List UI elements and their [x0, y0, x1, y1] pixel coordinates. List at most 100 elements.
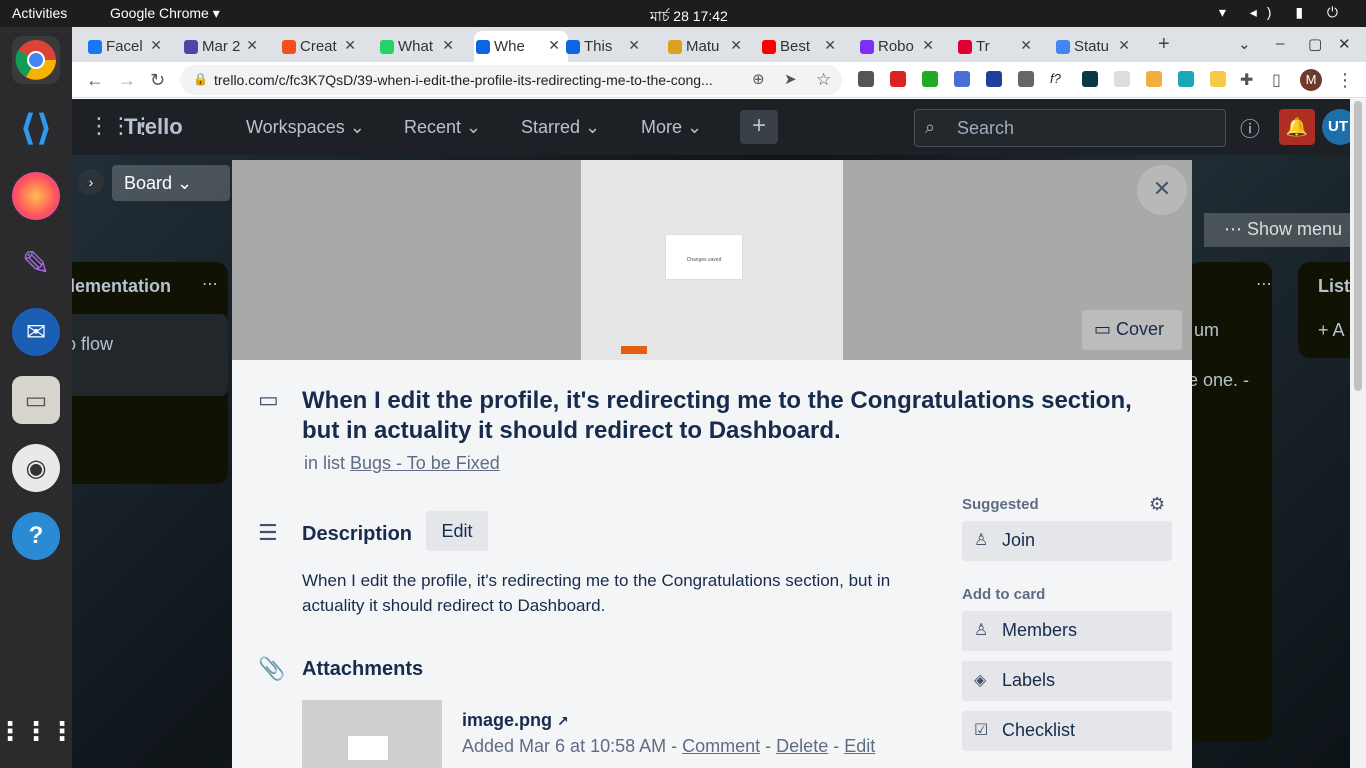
- gear-icon[interactable]: ⚙: [1149, 494, 1165, 515]
- members-button[interactable]: ♙ Members: [962, 611, 1172, 651]
- description-text[interactable]: When I edit the profile, it's redirectin…: [302, 568, 942, 618]
- lock-icon[interactable]: 🔒: [193, 72, 208, 86]
- attachment-name[interactable]: image.png ↗: [462, 710, 569, 731]
- tab-6[interactable]: Matu ✕: [666, 31, 750, 62]
- extension-blue-icon[interactable]: [954, 71, 970, 87]
- maximize-icon[interactable]: ▢: [1308, 35, 1322, 53]
- notifications-bell-icon[interactable]: 🔔: [1279, 109, 1315, 145]
- feather-icon[interactable]: ✎: [12, 240, 60, 288]
- nav-more[interactable]: More ⌄: [641, 117, 702, 138]
- tab-close-icon[interactable]: ✕: [730, 37, 742, 54]
- clock[interactable]: মার্চ 28 17:42: [650, 5, 728, 29]
- extension-eyedropper-icon[interactable]: [858, 71, 874, 87]
- tab-search-icon[interactable]: ⌄: [1238, 35, 1251, 53]
- tab-close-icon[interactable]: ✕: [1020, 37, 1032, 54]
- rhythmbox-icon[interactable]: ◉: [12, 444, 60, 492]
- tab-close-icon[interactable]: ✕: [628, 37, 640, 54]
- list-menu-icon[interactable]: ⋯: [202, 274, 218, 294]
- labels-button[interactable]: ◈ Labels: [962, 661, 1172, 701]
- extensions-puzzle-icon[interactable]: ✚: [1240, 70, 1253, 90]
- tab-10[interactable]: Statu ✕: [1054, 31, 1138, 62]
- nav-starred[interactable]: Starred ⌄: [521, 117, 600, 138]
- activities-button[interactable]: Activities: [12, 5, 67, 21]
- list-title[interactable]: List: [1318, 276, 1350, 297]
- tab-2[interactable]: Creat ✕: [280, 31, 364, 62]
- list-link[interactable]: Bugs - To be Fixed: [350, 453, 500, 473]
- external-link-icon[interactable]: ↗: [557, 713, 569, 729]
- tab-0[interactable]: Facel ✕: [86, 31, 170, 62]
- profile-avatar[interactable]: M: [1300, 69, 1322, 91]
- back-icon[interactable]: ←: [86, 70, 104, 91]
- tab-3[interactable]: What ✕: [378, 31, 462, 62]
- reload-icon[interactable]: ↻: [150, 70, 165, 91]
- tab-9[interactable]: Tr ✕: [956, 31, 1040, 62]
- nav-workspaces[interactable]: Workspaces ⌄: [246, 117, 365, 138]
- files-icon[interactable]: ▭: [12, 376, 60, 424]
- tab-1[interactable]: Mar 2 ✕: [182, 31, 266, 62]
- extension-formula-icon[interactable]: f?: [1050, 71, 1066, 87]
- extension-n-icon[interactable]: [1178, 71, 1194, 87]
- extension-v-icon[interactable]: [986, 71, 1002, 87]
- side-panel-icon[interactable]: ▯: [1272, 70, 1281, 90]
- extension-react-icon[interactable]: [1082, 71, 1098, 87]
- extension-red-icon[interactable]: [890, 71, 906, 87]
- app-grid-icon[interactable]: ⋮⋮⋮: [0, 707, 75, 755]
- edit-description-button[interactable]: Edit: [426, 511, 488, 551]
- attachment-edit-link[interactable]: Edit: [844, 736, 875, 756]
- attachment-comment-link[interactable]: Comment: [682, 736, 760, 756]
- window-close-icon[interactable]: ✕: [1338, 35, 1351, 53]
- tab-7[interactable]: Best ✕: [760, 31, 844, 62]
- card-snippet[interactable]: um: [1194, 320, 1219, 341]
- info-icon[interactable]: ⓘ: [1240, 113, 1260, 142]
- app-menu[interactable]: Google Chrome ▾: [110, 5, 220, 22]
- sidebar-expand-button[interactable]: ›: [78, 169, 104, 195]
- help-icon[interactable]: ?: [12, 512, 60, 560]
- card-title[interactable]: When I edit the profile, it's redirectin…: [302, 386, 1162, 446]
- tab-4[interactable]: Whe ✕: [474, 31, 568, 62]
- new-tab-button[interactable]: +: [1158, 33, 1170, 56]
- zoom-icon[interactable]: ⊕: [752, 70, 765, 88]
- chrome-menu-icon[interactable]: ⋮: [1336, 70, 1354, 91]
- page-scrollbar[interactable]: [1350, 99, 1366, 768]
- tab-close-icon[interactable]: ✕: [344, 37, 356, 54]
- tab-close-icon[interactable]: ✕: [1118, 37, 1130, 54]
- nav-recent[interactable]: Recent ⌄: [404, 117, 481, 138]
- join-button[interactable]: ♙ Join: [962, 521, 1172, 561]
- board-view-switcher[interactable]: Board ⌄: [112, 165, 230, 201]
- attachment-delete-link[interactable]: Delete: [776, 736, 828, 756]
- list-title[interactable]: lementation: [72, 276, 171, 297]
- attachment-thumbnail[interactable]: [302, 700, 442, 768]
- bookmark-star-icon[interactable]: ☆: [816, 70, 831, 90]
- tab-close-icon[interactable]: ✕: [548, 37, 560, 54]
- thunderbird-icon[interactable]: ✉: [12, 308, 60, 356]
- close-icon[interactable]: ✕: [1137, 165, 1187, 215]
- tab-8[interactable]: Robo ✕: [858, 31, 942, 62]
- tab-close-icon[interactable]: ✕: [246, 37, 258, 54]
- tab-close-icon[interactable]: ✕: [922, 37, 934, 54]
- system-tray[interactable]: ▾ ◂) ▮ ⏻: [1219, 4, 1348, 21]
- card-snippet[interactable]: e one. -: [1188, 370, 1249, 391]
- add-card-button[interactable]: + A: [1318, 320, 1345, 341]
- vscode-icon[interactable]: ⟨⟩: [12, 104, 60, 152]
- create-button[interactable]: +: [740, 110, 778, 144]
- forward-icon[interactable]: →: [118, 70, 136, 91]
- tab-close-icon[interactable]: ✕: [824, 37, 836, 54]
- checklist-button[interactable]: ☑ Checklist: [962, 711, 1172, 751]
- extension-yellow-icon[interactable]: [1210, 71, 1226, 87]
- share-icon[interactable]: ➤: [784, 70, 797, 88]
- chrome-icon[interactable]: [12, 36, 60, 84]
- tab-close-icon[interactable]: ✕: [150, 37, 162, 54]
- extension-green-icon[interactable]: [922, 71, 938, 87]
- list-card[interactable]: o flow: [72, 314, 228, 396]
- firefox-icon[interactable]: [12, 172, 60, 220]
- minimize-icon[interactable]: –: [1276, 35, 1284, 52]
- extension-gear-icon[interactable]: [1018, 71, 1034, 87]
- address-bar[interactable]: 🔒 trello.com/c/fc3K7QsD/39-when-i-edit-t…: [180, 65, 842, 95]
- list-menu-icon[interactable]: ⋯: [1256, 274, 1272, 294]
- extension-calendar-icon[interactable]: [1146, 71, 1162, 87]
- tab-close-icon[interactable]: ✕: [442, 37, 454, 54]
- cover-image[interactable]: Changes saved: [581, 160, 843, 360]
- search-input[interactable]: ⌕ Search: [914, 109, 1226, 147]
- extension-circle-icon[interactable]: [1114, 71, 1130, 87]
- show-menu-button[interactable]: ⋯ Show menu: [1204, 213, 1366, 247]
